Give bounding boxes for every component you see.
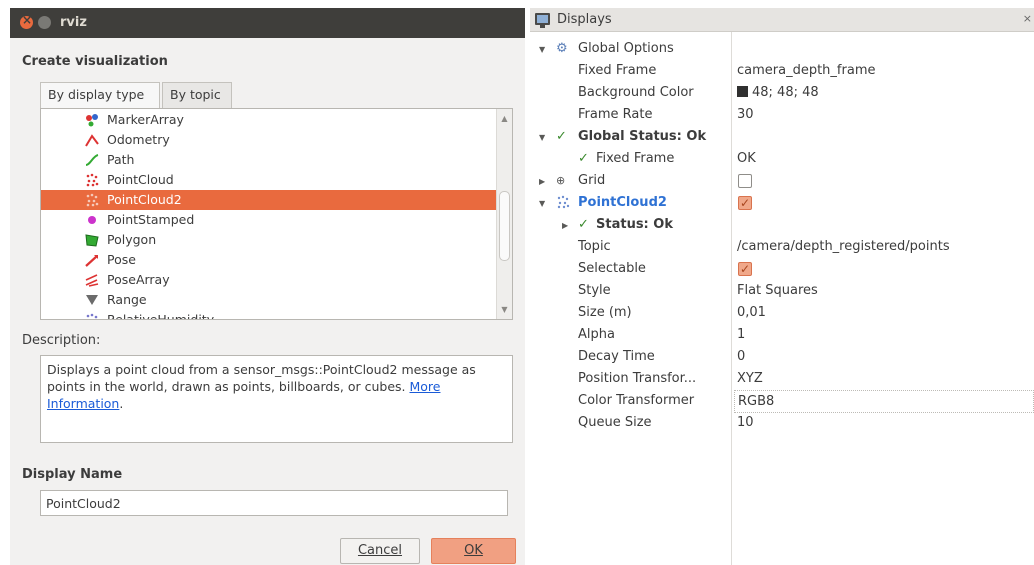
tree-row-color-transformer[interactable]: Color Transformer RGB8 bbox=[0, 390, 1034, 413]
check-icon: ✓ bbox=[578, 217, 589, 232]
check-icon: ✓ bbox=[578, 151, 589, 166]
collapse-arrow-icon[interactable]: ▶ bbox=[539, 171, 545, 192]
window-titlebar: rviz bbox=[10, 8, 525, 38]
expand-arrow-icon[interactable]: ▼ bbox=[539, 193, 545, 214]
point-cloud2-icon bbox=[556, 195, 570, 216]
tree-row-topic[interactable]: Topic /camera/depth_registered/points bbox=[0, 236, 1034, 257]
window-title: rviz bbox=[60, 15, 87, 30]
panel-close-icon[interactable]: × bbox=[1023, 12, 1032, 25]
check-icon: ✓ bbox=[556, 129, 567, 144]
display-name-heading: Display Name bbox=[22, 467, 123, 482]
color-transformer-dropdown[interactable]: RGB8 bbox=[734, 390, 1034, 413]
grid-icon: ⊕ bbox=[556, 174, 566, 187]
tree-row-position-transformer[interactable]: Position Transfor... XYZ bbox=[0, 368, 1034, 389]
color-swatch bbox=[737, 86, 748, 97]
tree-row-background-color[interactable]: Background Color 48; 48; 48 bbox=[0, 82, 1034, 103]
tree-row-grid[interactable]: ▶ ⊕ Grid bbox=[0, 170, 1034, 191]
tree-row-queue-size[interactable]: Queue Size 10 bbox=[0, 412, 1034, 433]
displays-header: Displays × bbox=[530, 8, 1034, 32]
gear-icon: ⚙ bbox=[556, 41, 568, 56]
tree-row-global-options[interactable]: ▼ ⚙ Global Options bbox=[0, 38, 1034, 59]
tree-row-pointcloud2[interactable]: ▼ PointCloud2 bbox=[0, 192, 1034, 216]
expand-arrow-icon[interactable]: ▼ bbox=[539, 127, 545, 148]
window-close-button[interactable] bbox=[20, 13, 33, 29]
tree-row-alpha[interactable]: Alpha 1 bbox=[0, 324, 1034, 345]
window-minimize-button[interactable] bbox=[38, 16, 51, 29]
tree-row-frame-rate[interactable]: Frame Rate 30 bbox=[0, 104, 1034, 125]
selectable-checkbox[interactable] bbox=[738, 259, 752, 280]
tree-row-decay-time[interactable]: Decay Time 0 bbox=[0, 346, 1034, 367]
tree-row-selectable[interactable]: Selectable bbox=[0, 258, 1034, 280]
tree-row-global-status[interactable]: ▼ ✓ Global Status: Ok bbox=[0, 126, 1034, 147]
display-name-input[interactable] bbox=[40, 490, 508, 516]
monitor-icon bbox=[535, 13, 550, 28]
tree-row-style[interactable]: Style Flat Squares bbox=[0, 280, 1034, 301]
pointcloud2-enable-checkbox[interactable] bbox=[738, 193, 752, 214]
ok-button[interactable]: OK bbox=[431, 538, 516, 564]
tree-row-size[interactable]: Size (m) 0,01 bbox=[0, 302, 1034, 323]
tree-row-status[interactable]: ▶ ✓ Status: Ok bbox=[0, 214, 1034, 235]
expand-arrow-icon[interactable]: ▼ bbox=[539, 39, 545, 60]
displays-title: Displays bbox=[557, 12, 612, 27]
grid-enable-checkbox[interactable] bbox=[738, 174, 752, 188]
cancel-button[interactable]: Cancel bbox=[340, 538, 420, 564]
tree-row-fixed-frame-status[interactable]: ✓ Fixed Frame OK bbox=[0, 148, 1034, 169]
tree-row-fixed-frame[interactable]: Fixed Frame camera_depth_frame bbox=[0, 60, 1034, 81]
collapse-arrow-icon[interactable]: ▶ bbox=[562, 215, 568, 236]
